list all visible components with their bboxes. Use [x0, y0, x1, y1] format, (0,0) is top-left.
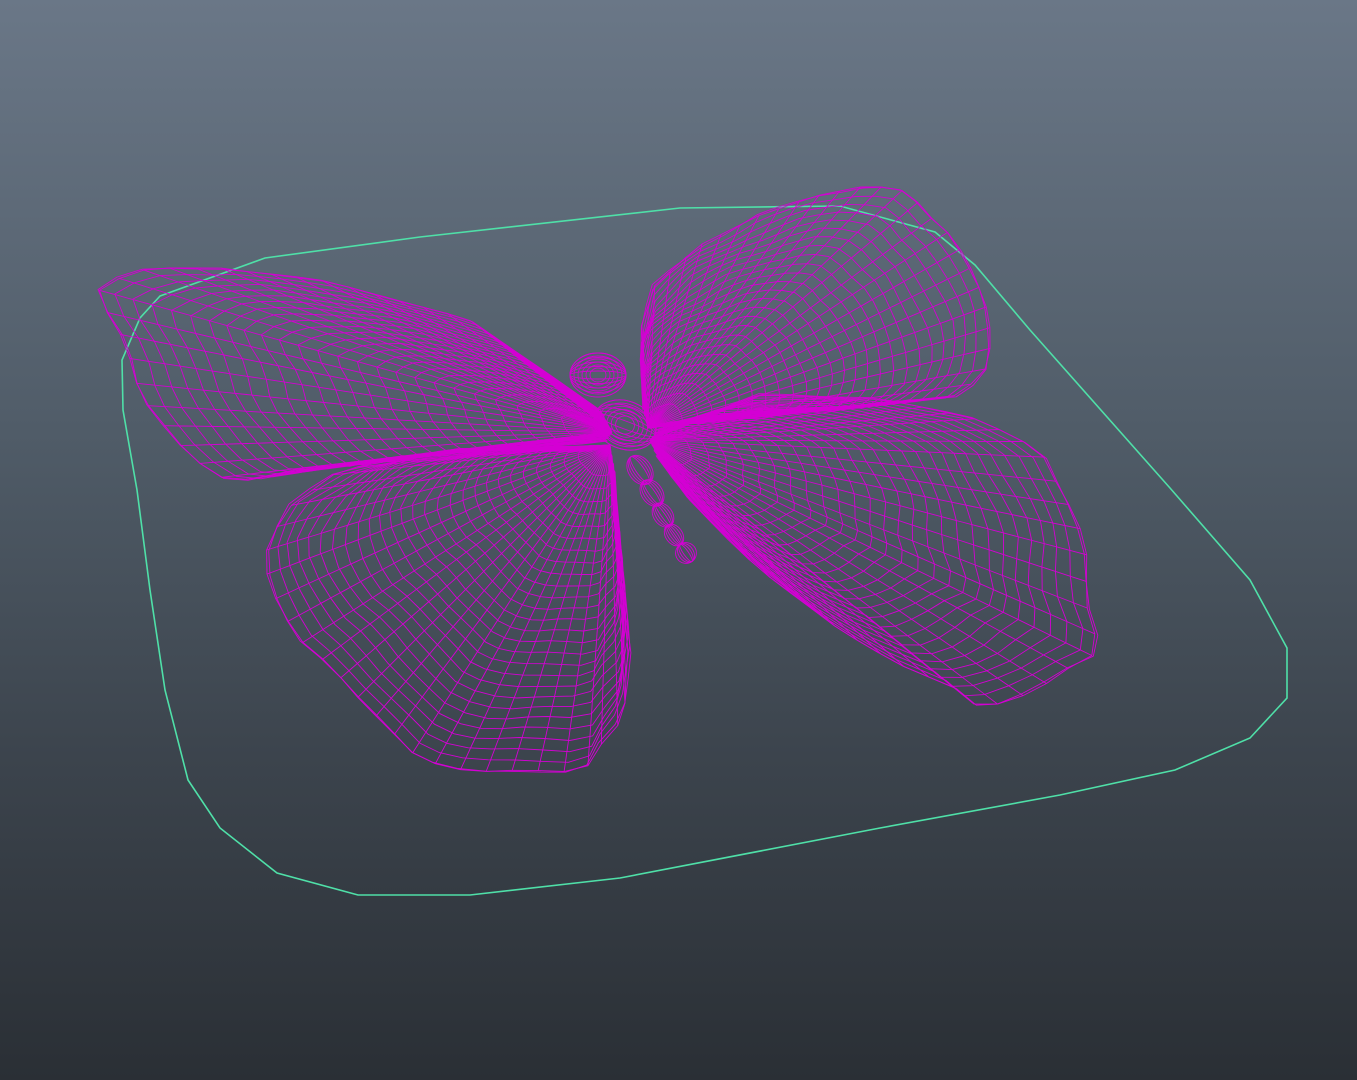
left-hindwing-ring — [277, 447, 631, 763]
left-hindwing-ring — [296, 447, 627, 741]
head-mesh — [581, 361, 615, 389]
viewport-scene[interactable] — [0, 0, 1357, 1080]
butterfly-wireframe[interactable] — [97, 186, 1099, 773]
right-forewing-spoke — [647, 232, 948, 429]
3d-viewport[interactable] — [0, 0, 1357, 1080]
right-hindwing-spoke — [649, 439, 1047, 684]
abdomen-mesh — [626, 454, 654, 486]
control-curve[interactable] — [121, 205, 1288, 896]
left-hindwing-spoke — [485, 444, 611, 772]
right-hindwing-spoke — [649, 439, 1056, 482]
right-hindwing-ring — [655, 402, 1021, 663]
head-mesh — [589, 367, 607, 383]
left-forewing-spoke — [99, 289, 613, 433]
right-hindwing-spoke — [649, 439, 998, 705]
left-forewing-spoke — [119, 277, 613, 433]
left-hindwing-ring — [286, 448, 629, 753]
left-forewing-spoke — [272, 274, 613, 433]
right-forewing-spoke — [647, 190, 903, 429]
right-hindwing-edge — [659, 394, 1096, 705]
abdomen-mesh — [627, 455, 653, 485]
abdomen-mesh — [663, 523, 685, 547]
thorax-mesh — [615, 415, 635, 435]
right-hindwing-spoke — [649, 439, 1092, 656]
left-hindwing-ring — [357, 447, 626, 688]
